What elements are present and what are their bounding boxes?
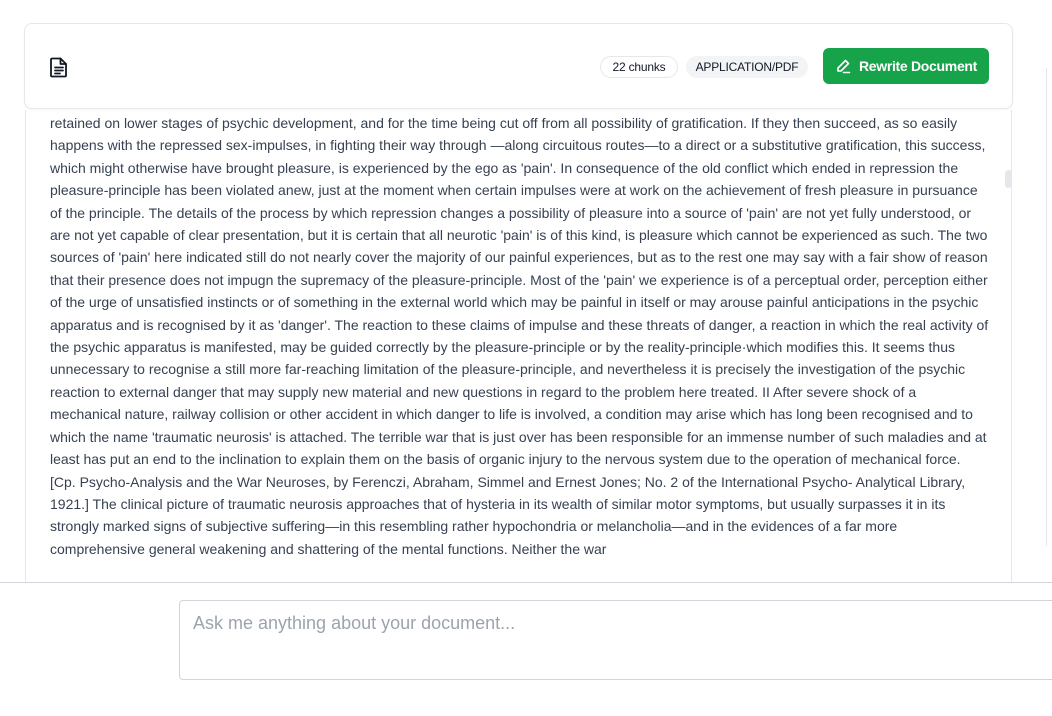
file-type-badge: APPLICATION/PDF <box>686 56 808 78</box>
document-header: 22 chunks APPLICATION/PDF Rewrite Docume… <box>24 23 1013 109</box>
chunks-badge: 22 chunks <box>600 56 678 78</box>
chat-panel <box>0 582 1052 716</box>
chat-input[interactable] <box>179 600 1052 680</box>
document-content-area[interactable]: retained on lower stages of psychic deve… <box>25 110 1012 582</box>
pencil-icon <box>837 59 851 74</box>
document-scrollbar[interactable] <box>1005 170 1012 188</box>
rewrite-document-button[interactable]: Rewrite Document <box>823 48 989 84</box>
document-text: retained on lower stages of psychic deve… <box>50 115 989 557</box>
rewrite-document-label: Rewrite Document <box>858 58 978 74</box>
document-icon <box>49 56 69 78</box>
side-panel-edge <box>1046 68 1052 546</box>
